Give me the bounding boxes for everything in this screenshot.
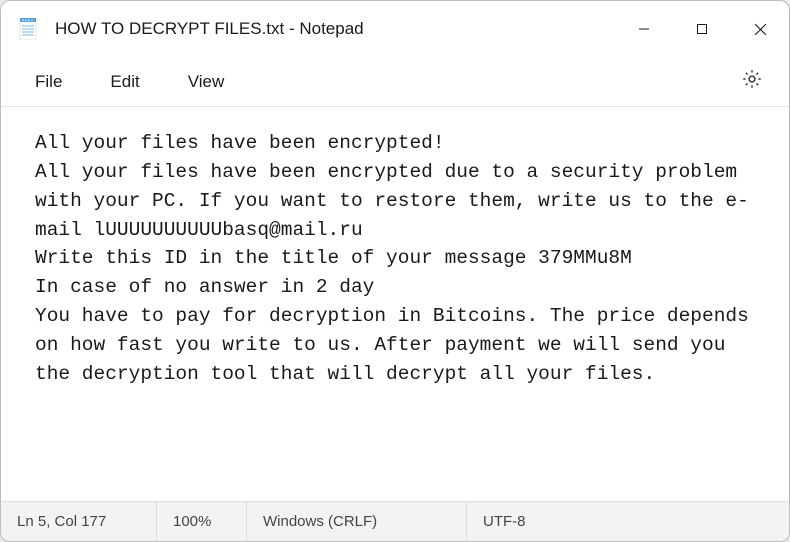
menubar: File Edit View: [1, 57, 789, 107]
settings-button[interactable]: [727, 60, 777, 103]
status-encoding: UTF-8: [467, 502, 789, 541]
maximize-button[interactable]: [673, 1, 731, 57]
status-zoom: 100%: [157, 502, 247, 541]
menu-edit[interactable]: Edit: [88, 64, 161, 100]
gear-icon: [741, 68, 763, 95]
menu-view[interactable]: View: [166, 64, 247, 100]
minimize-button[interactable]: [615, 1, 673, 57]
text-content[interactable]: All your files have been encrypted! All …: [1, 107, 789, 501]
close-button[interactable]: [731, 1, 789, 57]
status-line-ending: Windows (CRLF): [247, 502, 467, 541]
notepad-window: HOW TO DECRYPT FILES.txt - Notepad File …: [0, 0, 790, 542]
menu-file[interactable]: File: [13, 64, 84, 100]
window-controls: [615, 1, 789, 57]
window-title: HOW TO DECRYPT FILES.txt - Notepad: [55, 19, 615, 39]
statusbar: Ln 5, Col 177 100% Windows (CRLF) UTF-8: [1, 501, 789, 541]
notepad-icon: [17, 18, 39, 40]
status-position: Ln 5, Col 177: [1, 502, 157, 541]
titlebar: HOW TO DECRYPT FILES.txt - Notepad: [1, 1, 789, 57]
